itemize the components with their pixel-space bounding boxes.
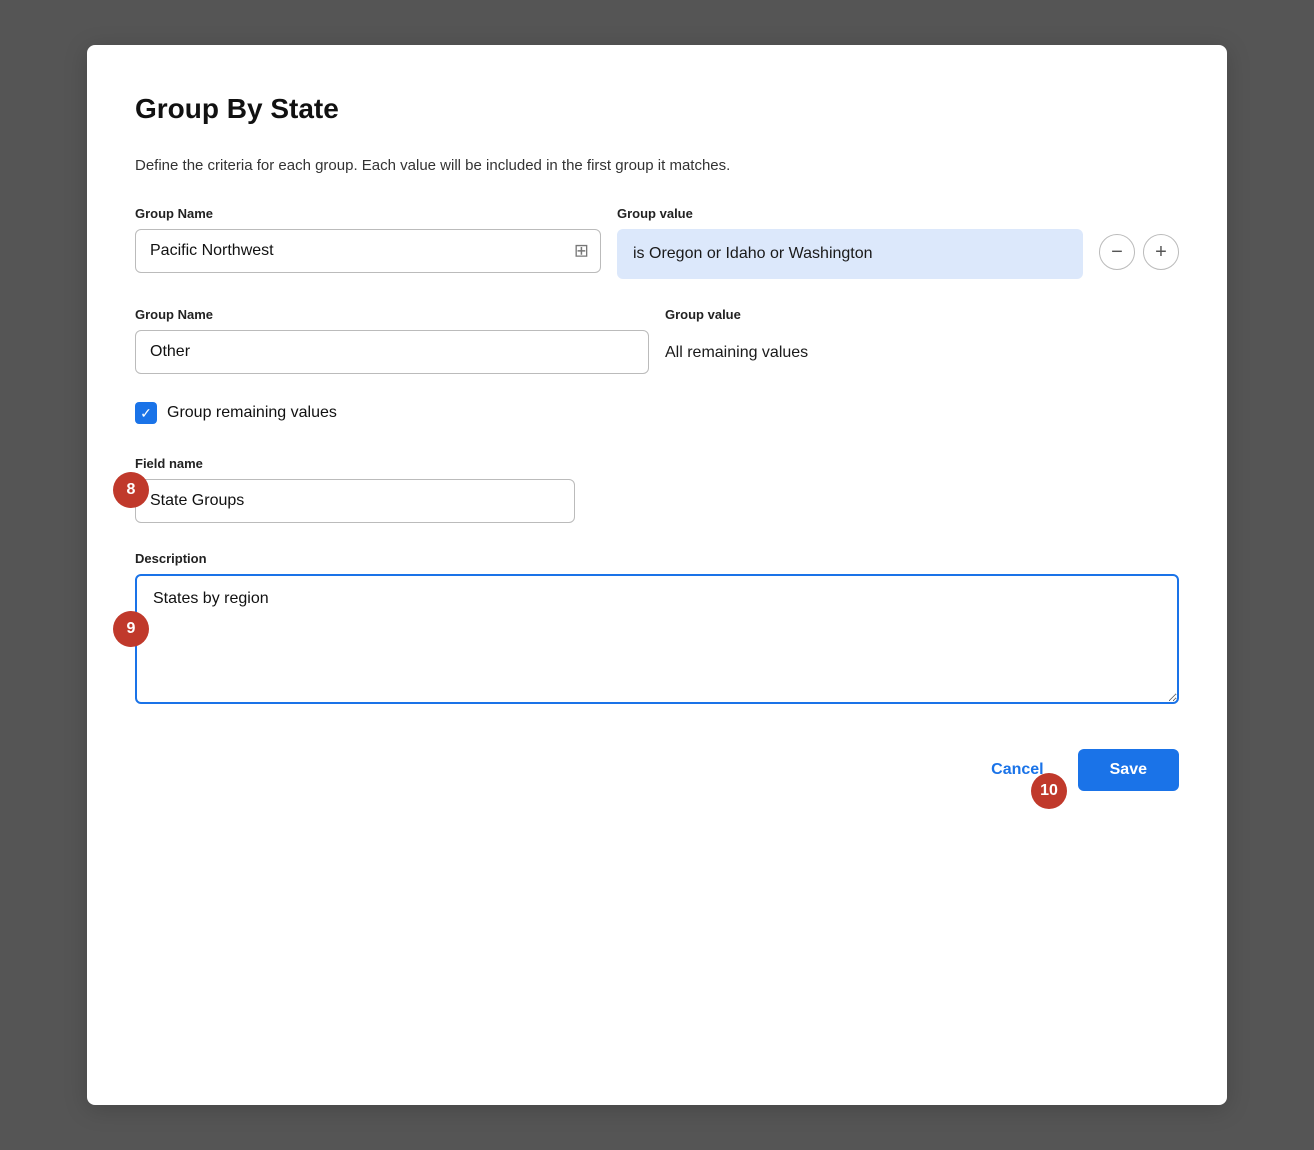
group-by-state-dialog: Group By State Define the criteria for e…: [87, 45, 1227, 1105]
step-badge-9: 9: [113, 611, 149, 647]
group1-actions: − +: [1099, 206, 1179, 270]
group1-value-col: Group value is Oregon or Idaho or Washin…: [617, 206, 1083, 279]
group2-value-label: Group value: [665, 307, 1179, 322]
check-icon: ✓: [140, 406, 152, 420]
group1-name-input[interactable]: [135, 229, 601, 273]
group2-row: Group Name Group value All remaining val…: [135, 307, 1179, 374]
field-name-label: Field name: [135, 456, 1179, 471]
group2-name-col: Group Name: [135, 307, 649, 374]
dialog-description: Define the criteria for each group. Each…: [135, 157, 1179, 174]
table-icon: ⊞: [574, 241, 589, 262]
footer-actions: Cancel 10 Save: [135, 749, 1179, 791]
save-button[interactable]: Save: [1078, 749, 1179, 791]
group2-value-text: All remaining values: [665, 330, 1179, 362]
group-remaining-checkbox[interactable]: ✓: [135, 402, 157, 424]
step-badge-10: 10: [1031, 773, 1067, 809]
group2-name-label: Group Name: [135, 307, 649, 322]
save-wrapper: 10 Save: [1078, 749, 1179, 791]
add-group-button[interactable]: +: [1143, 234, 1179, 270]
group2-value-col: Group value All remaining values: [665, 307, 1179, 362]
dialog-title: Group By State: [135, 93, 1179, 125]
group1-name-col: Group Name ⊞: [135, 206, 601, 273]
field-name-input[interactable]: [135, 479, 575, 523]
group1-row: Group Name ⊞ Group value is Oregon or Id…: [135, 206, 1179, 279]
field-name-block: 8 Field name: [135, 456, 1179, 523]
group1-value-label: Group value: [617, 206, 1083, 221]
remove-group1-button[interactable]: −: [1099, 234, 1135, 270]
group1-value-box[interactable]: is Oregon or Idaho or Washington: [617, 229, 1083, 279]
step-badge-8: 8: [113, 472, 149, 508]
description-label: Description: [135, 551, 1179, 566]
group1-name-label: Group Name: [135, 206, 601, 221]
group-remaining-label: Group remaining values: [167, 404, 337, 422]
group-remaining-row: ✓ Group remaining values: [135, 402, 1179, 424]
description-textarea[interactable]: States by region: [135, 574, 1179, 704]
description-block: 9 Description States by region: [135, 551, 1179, 709]
group1-name-input-wrap: ⊞: [135, 229, 601, 273]
group2-name-input[interactable]: [135, 330, 649, 374]
